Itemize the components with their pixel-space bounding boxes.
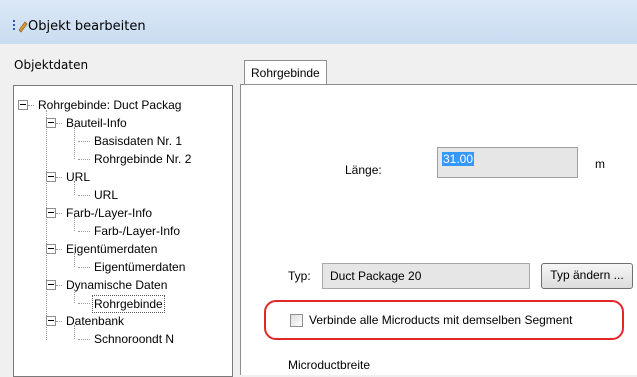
title-bar: Objekt bearbeiten — [0, 0, 637, 44]
tree-connector — [78, 159, 90, 160]
tree-connector — [56, 123, 62, 124]
expander-minus-icon[interactable] — [46, 316, 56, 326]
expander-minus-icon[interactable] — [46, 172, 56, 182]
expander-minus-icon[interactable] — [18, 100, 28, 110]
objektdaten-label: Objektdaten — [14, 58, 89, 72]
tree-item-label: Schnoroondt N — [94, 332, 175, 346]
length-input[interactable]: 31.00 — [437, 147, 578, 178]
change-type-button[interactable]: Typ ändern ... — [541, 263, 633, 289]
tree-item-label: Eigentümerdaten — [94, 260, 186, 274]
tree-connector — [74, 127, 75, 159]
tab-strip: Rohrgebinde — [240, 58, 637, 87]
tree-item-label: Eigentümerdaten — [66, 242, 158, 256]
tree-item-label: Bauteil-Info — [66, 116, 127, 130]
tree-connector — [56, 285, 62, 286]
microduct-width-label: Microductbreite — [288, 358, 371, 372]
object-tree[interactable]: Rohrgebinde: Duct Packag Bauteil-Info Basi… — [13, 85, 233, 377]
tree-item-label: Farb-/Layer-Info — [66, 206, 153, 220]
tree-connector — [78, 303, 90, 304]
tree-item-label: Rohrgebinde — [92, 295, 165, 313]
type-field: Duct Package 20 — [322, 263, 530, 289]
connect-microducts-label[interactable]: Verbinde alle Microducts mit demselben S… — [309, 313, 572, 327]
tree-connector — [56, 213, 62, 214]
tree-connector — [74, 217, 75, 231]
connect-microducts-checkbox[interactable] — [290, 314, 303, 327]
length-value: 31.00 — [442, 152, 475, 166]
tree-connector — [28, 105, 34, 106]
tree-item-label: Basisdaten Nr. 1 — [94, 134, 183, 148]
tree-item-label: URL — [66, 170, 91, 184]
expander-minus-icon[interactable] — [46, 208, 56, 218]
tree-connector — [78, 231, 90, 232]
tree-item-label: Rohrgebinde: Duct Packag — [38, 98, 182, 112]
type-value: Duct Package 20 — [330, 269, 422, 283]
tree-connector — [74, 253, 75, 267]
window-title: Objekt bearbeiten — [28, 19, 146, 34]
tree-item-label: URL — [94, 188, 119, 202]
tree-connector — [56, 177, 62, 178]
tree-item-label: Farb-/Layer-Info — [94, 224, 181, 238]
tree-item-label: Dynamische Daten — [66, 278, 168, 292]
tree-item-label: Rohrgebinde Nr. 2 — [94, 152, 192, 166]
tree-connector — [46, 110, 47, 340]
expander-minus-icon[interactable] — [46, 280, 56, 290]
tree-connector — [78, 339, 90, 340]
type-label: Typ: — [288, 269, 311, 283]
tree-connector — [74, 289, 75, 303]
tree-connector — [74, 181, 75, 195]
expander-minus-icon[interactable] — [46, 244, 56, 254]
tree-connector — [56, 249, 62, 250]
tree-connector — [78, 141, 90, 142]
tree-connector — [74, 325, 75, 339]
edit-object-icon — [13, 20, 28, 33]
tree-connector — [56, 321, 62, 322]
expander-minus-icon[interactable] — [46, 118, 56, 128]
length-unit: m — [595, 157, 605, 171]
tree-connector — [78, 267, 90, 268]
length-label: Länge: — [345, 163, 382, 177]
tab-rohrgebinde[interactable]: Rohrgebinde — [244, 60, 327, 87]
tree-connector — [78, 195, 90, 196]
